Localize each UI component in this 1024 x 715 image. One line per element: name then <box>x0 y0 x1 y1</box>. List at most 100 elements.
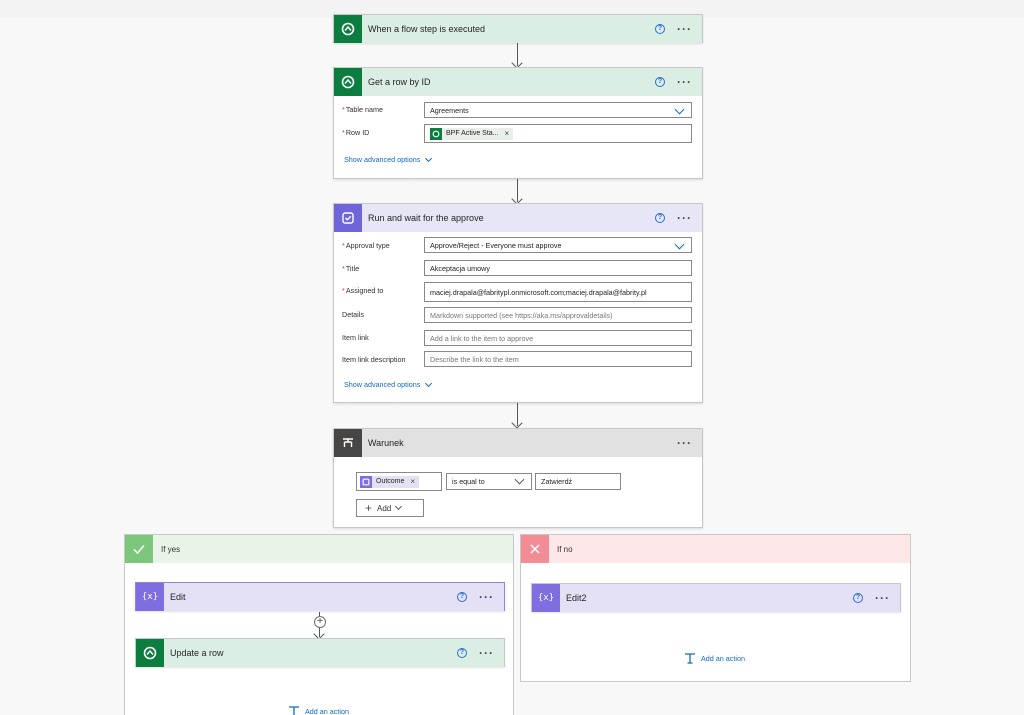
more-options-icon[interactable]: ··· <box>677 212 692 224</box>
row-id-label: *Row ID <box>342 128 370 137</box>
title-value: Akceptacja umowy <box>430 263 490 273</box>
connector-arrow <box>517 43 518 66</box>
edit2-header[interactable]: {x} Edit2 ? ··· <box>532 584 900 612</box>
update-row-title: Update a row <box>170 648 224 658</box>
more-options-icon[interactable]: ··· <box>677 76 692 88</box>
row-id-input[interactable]: BPF Active Sta... × <box>424 124 692 143</box>
get-row-header[interactable]: Get a row by ID ? ··· <box>334 68 702 96</box>
chevron-down-icon <box>425 379 433 387</box>
item-link-description-input[interactable]: Describe the link to the item <box>424 351 692 367</box>
if-no-header[interactable]: If no <box>521 535 910 563</box>
update-row-card[interactable]: Update a row ? ··· <box>135 638 505 667</box>
dataverse-icon <box>136 639 164 667</box>
assigned-to-label: *Assigned to <box>342 286 384 295</box>
item-link-input[interactable]: Add a link to the item to approve <box>424 330 692 346</box>
add-condition-button[interactable]: + Add <box>356 499 424 517</box>
help-icon[interactable]: ? <box>655 24 665 34</box>
condition-icon <box>334 429 362 457</box>
connector-arrow <box>517 403 518 426</box>
help-icon[interactable]: ? <box>655 77 665 87</box>
show-advanced-options-link[interactable]: Show advanced options <box>344 379 433 389</box>
details-input[interactable]: Markdown supported (see https://aka.ms/a… <box>424 307 692 323</box>
condition-card[interactable]: Warunek ··· Outcome × is equal to Zatwie… <box>333 428 703 528</box>
assigned-to-input[interactable]: maciej.drapala@fabritypl.onmicrosoft.com… <box>424 282 692 302</box>
chevron-down-icon <box>425 154 433 162</box>
chevron-down-icon <box>674 239 685 250</box>
row-id-token-label: BPF Active Sta... <box>446 130 499 137</box>
table-name-label: *Table name <box>342 105 383 114</box>
edit-header[interactable]: {x} Edit ? ··· <box>136 583 504 611</box>
details-label: Details <box>342 310 364 319</box>
more-options-icon[interactable]: ··· <box>677 437 692 449</box>
connector-arrow <box>319 629 320 637</box>
condition-value-input[interactable]: Zatwierdź <box>535 473 621 490</box>
dataverse-icon <box>334 15 362 43</box>
edit2-title: Edit2 <box>566 593 587 603</box>
add-an-action-link[interactable]: Add an action <box>684 653 745 664</box>
add-action-icon <box>289 706 299 715</box>
help-icon[interactable]: ? <box>853 593 863 603</box>
row-id-token[interactable]: BPF Active Sta... × <box>430 127 514 140</box>
item-link-placeholder: Add a link to the item to approve <box>430 333 534 343</box>
checkmark-icon <box>125 535 153 563</box>
details-placeholder: Markdown supported (see https://aka.ms/a… <box>430 310 613 320</box>
condition-operator-value: is equal to <box>452 477 485 486</box>
if-yes-title: If yes <box>161 544 181 554</box>
edit2-card[interactable]: {x} Edit2 ? ··· <box>531 583 901 612</box>
more-options-icon[interactable]: ··· <box>677 23 692 35</box>
approval-icon <box>334 204 362 232</box>
insert-step-button[interactable]: + <box>314 616 326 628</box>
condition-left-operand[interactable]: Outcome × <box>356 472 442 491</box>
show-advanced-label: Show advanced options <box>344 380 421 389</box>
help-icon[interactable]: ? <box>457 648 467 658</box>
trigger-title: When a flow step is executed <box>368 24 486 34</box>
trigger-header[interactable]: When a flow step is executed ? ··· <box>334 15 702 43</box>
remove-token-icon[interactable]: × <box>410 477 415 486</box>
more-options-icon[interactable]: ··· <box>479 591 494 603</box>
update-row-header[interactable]: Update a row ? ··· <box>136 639 504 667</box>
edit-title: Edit <box>170 592 186 602</box>
add-an-action-label: Add an action <box>305 707 349 715</box>
add-label: Add <box>377 503 392 513</box>
condition-title: Warunek <box>368 438 404 448</box>
compose-icon: {x} <box>136 583 164 611</box>
close-icon <box>521 535 549 563</box>
chevron-down-icon <box>674 104 685 115</box>
condition-header[interactable]: Warunek ··· <box>334 429 702 457</box>
remove-token-icon[interactable]: × <box>505 129 510 138</box>
show-advanced-options-link[interactable]: Show advanced options <box>344 154 433 164</box>
approval-icon <box>360 475 372 488</box>
item-link-description-placeholder: Describe the link to the item <box>430 354 519 364</box>
connector-arrow <box>517 179 518 202</box>
compose-icon: {x} <box>532 584 560 612</box>
more-options-icon[interactable]: ··· <box>479 647 494 659</box>
if-no-branch: If no {x} Edit2 ? ··· Add an action <box>520 534 911 682</box>
more-options-icon[interactable]: ··· <box>875 592 890 604</box>
edit-card[interactable]: {x} Edit ? ··· <box>135 582 505 611</box>
add-action-icon <box>685 653 695 664</box>
table-name-select[interactable]: Agreements <box>424 102 692 118</box>
get-row-title: Get a row by ID <box>368 77 431 87</box>
approval-type-value: Approve/Reject - Everyone must approve <box>430 240 562 250</box>
approval-card[interactable]: Run and wait for the approve ? ··· *Appr… <box>333 203 703 403</box>
get-row-card[interactable]: Get a row by ID ? ··· *Table name Agreem… <box>333 67 703 179</box>
chevron-down-icon <box>395 502 403 511</box>
if-yes-header[interactable]: If yes <box>125 535 513 563</box>
add-an-action-link[interactable]: Add an action <box>288 706 349 715</box>
trigger-card[interactable]: When a flow step is executed ? ··· <box>333 14 703 43</box>
assigned-to-value: maciej.drapala@fabritypl.onmicrosoft.com… <box>430 287 647 297</box>
approval-title: Run and wait for the approve <box>368 213 484 223</box>
chevron-down-icon <box>514 474 525 485</box>
outcome-token[interactable]: Outcome × <box>360 475 420 488</box>
approval-header[interactable]: Run and wait for the approve ? ··· <box>334 204 702 232</box>
dataverse-icon <box>430 127 442 140</box>
help-icon[interactable]: ? <box>457 592 467 602</box>
approval-type-label: *Approval type <box>342 241 390 250</box>
if-no-title: If no <box>557 544 573 554</box>
help-icon[interactable]: ? <box>655 213 665 223</box>
condition-operator-select[interactable]: is equal to <box>446 473 532 490</box>
plus-icon: + <box>365 501 373 515</box>
title-input[interactable]: Akceptacja umowy <box>424 260 692 276</box>
approval-type-select[interactable]: Approve/Reject - Everyone must approve <box>424 237 692 253</box>
title-label: *Title <box>342 264 360 273</box>
